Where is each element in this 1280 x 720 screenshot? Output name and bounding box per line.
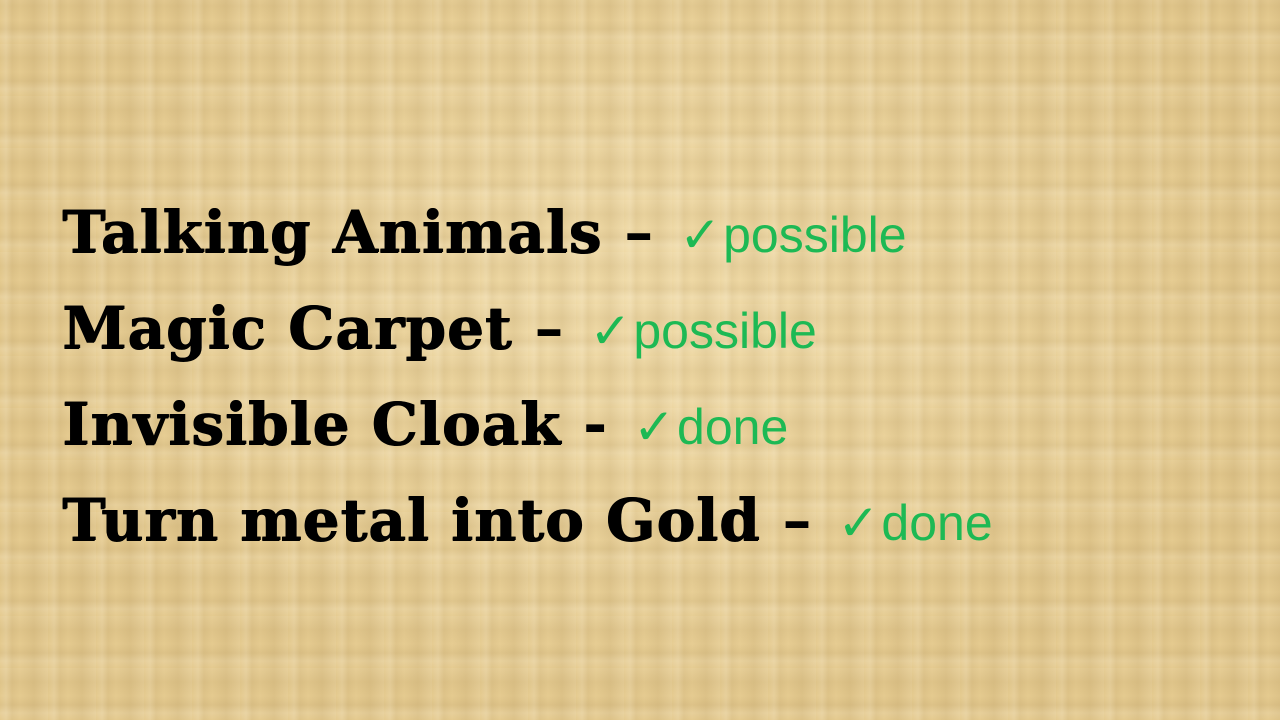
item-separator: -: [583, 390, 608, 458]
status-text: done: [677, 399, 789, 455]
item-name: Magic Carpet: [62, 294, 513, 362]
status-label: ✓ done: [633, 398, 788, 456]
item-separator: –: [782, 486, 812, 554]
list-item-turn-metal-into-gold: Turn metal into Gold – ✓ done: [62, 486, 1212, 582]
list-item-magic-carpet: Magic Carpet – ✓ possible: [62, 294, 1212, 390]
item-name: Talking Animals: [62, 198, 603, 266]
status-text: possible: [633, 303, 817, 359]
checkmark-icon: ✓: [837, 494, 880, 552]
slide-content: Talking Animals – ✓ possible Magic Carpe…: [62, 198, 1212, 582]
status-text: done: [881, 495, 993, 551]
item-name: Invisible Cloak: [62, 390, 562, 458]
checkmark-icon: ✓: [679, 206, 722, 264]
item-separator: –: [624, 198, 654, 266]
status-label: ✓ possible: [589, 302, 816, 360]
status-text: possible: [723, 207, 907, 263]
status-label: ✓ possible: [679, 206, 906, 264]
list-item-invisible-cloak: Invisible Cloak - ✓ done: [62, 390, 1212, 486]
status-label: ✓ done: [837, 494, 992, 552]
item-separator: –: [534, 294, 564, 362]
checkmark-icon: ✓: [633, 398, 676, 456]
item-name: Turn metal into Gold: [62, 486, 761, 554]
checkmark-icon: ✓: [589, 302, 632, 360]
list-item-talking-animals: Talking Animals – ✓ possible: [62, 198, 1212, 294]
